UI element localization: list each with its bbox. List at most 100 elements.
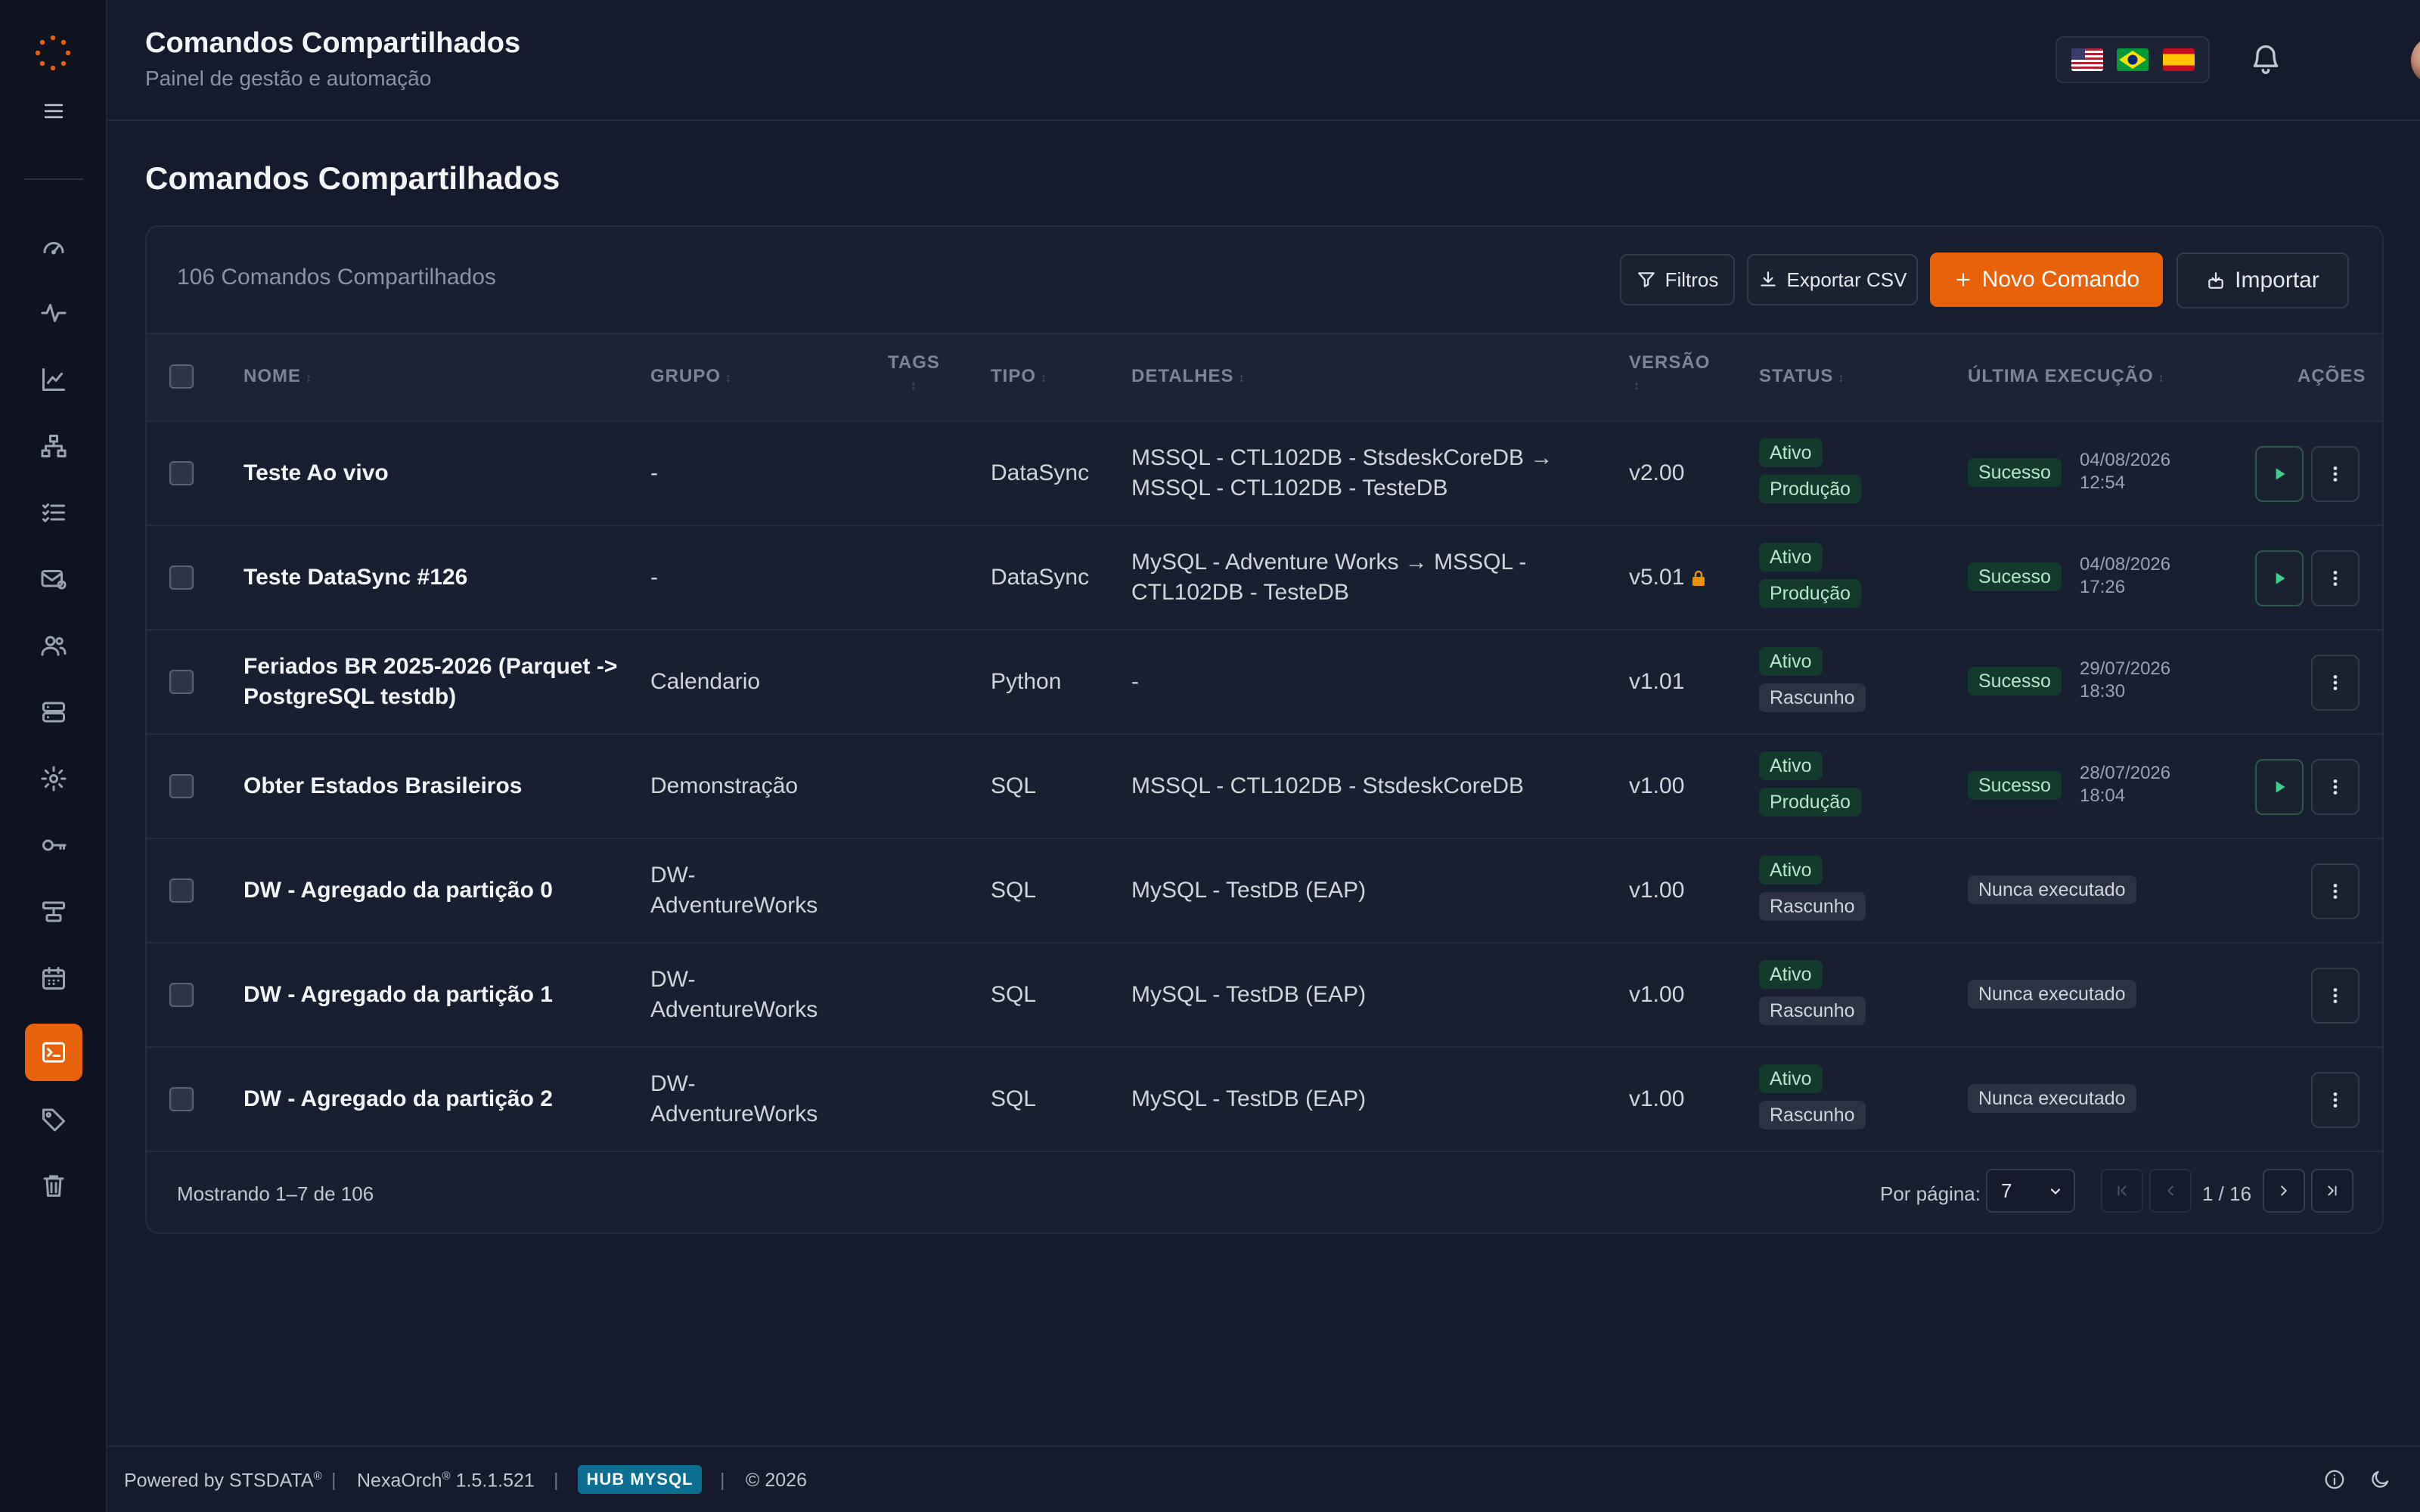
sidebar-item-users[interactable] — [25, 617, 82, 674]
import-button[interactable]: Importar — [2176, 253, 2349, 308]
run-command-button[interactable] — [2255, 550, 2304, 606]
spain-flag-icon[interactable] — [2162, 48, 2195, 71]
sidebar-item-settings[interactable] — [25, 750, 82, 807]
page-indicator: 1 / 16 — [2202, 1182, 2252, 1205]
row-checkbox[interactable] — [169, 461, 194, 485]
column-header-status[interactable]: STATUS ↕ — [1759, 366, 1844, 387]
select-all-checkbox[interactable] — [169, 364, 194, 389]
more-actions-button[interactable] — [2311, 968, 2360, 1024]
command-type: DataSync — [991, 460, 1090, 485]
column-header-name[interactable]: NOME ↕ — [244, 366, 312, 387]
sidebar-item-dashboard[interactable] — [25, 218, 82, 275]
export-csv-button[interactable]: Exportar CSV — [1747, 254, 1918, 305]
sidebar-item-shared-commands[interactable] — [25, 1024, 82, 1081]
last-page-button[interactable] — [2311, 1169, 2353, 1213]
footer-separator: | — [720, 1470, 725, 1491]
table-row[interactable]: Teste DataSync #126 - DataSync MySQL - Adve… — [147, 526, 2382, 631]
table-row[interactable]: DW - Agregado da partição 1 DW- AdventureW… — [147, 943, 2382, 1048]
more-actions-button[interactable] — [2311, 863, 2360, 919]
sitemap-icon — [41, 435, 67, 457]
execution-datetime: 28/07/2026 18:04 — [2080, 763, 2171, 806]
info-icon[interactable] — [2323, 1468, 2346, 1491]
column-header-tags[interactable]: TAGS ↕ — [888, 352, 940, 395]
run-command-button[interactable] — [2255, 759, 2304, 815]
command-name[interactable]: DW - Agregado da partição 1 — [244, 980, 553, 1010]
chevron-left-icon — [2167, 1185, 2173, 1196]
command-name[interactable]: Obter Estados Brasileiros — [244, 771, 522, 801]
moon-icon[interactable] — [2369, 1468, 2391, 1491]
header-title: Comandos Compartilhados — [145, 27, 521, 59]
command-type: SQL — [991, 1086, 1037, 1111]
sidebar-item-tasks[interactable] — [25, 484, 82, 541]
avatar[interactable] — [2411, 36, 2420, 85]
more-actions-button[interactable] — [2311, 759, 2360, 815]
command-name[interactable]: Feriados BR 2025-2026 (Parquet -> Postgre… — [244, 652, 617, 712]
kebab-menu-icon — [2333, 466, 2338, 482]
commands-count: 106 Comandos Compartilhados — [177, 265, 496, 290]
row-checkbox[interactable] — [169, 670, 194, 694]
filters-button[interactable]: Filtros — [1620, 254, 1735, 305]
column-header-version[interactable]: VERSÃO ↕ — [1629, 352, 1710, 395]
more-actions-button[interactable] — [2311, 655, 2360, 711]
sidebar-item-calendar[interactable] — [25, 950, 82, 1007]
row-checkbox[interactable] — [169, 983, 194, 1007]
status-badge: Ativo — [1759, 751, 1823, 780]
command-type: SQL — [991, 773, 1037, 798]
environment-badge: Rascunho — [1759, 892, 1866, 921]
table-row[interactable]: DW - Agregado da partição 0 DW- AdventureW… — [147, 839, 2382, 943]
table-row[interactable]: Teste Ao vivo - DataSync MSSQL - CTL102DB -… — [147, 422, 2382, 526]
command-details: MSSQL - CTL102DB - StsdeskCoreDB — [1131, 773, 1525, 798]
us-flag-icon[interactable] — [2071, 48, 2103, 71]
sidebar-item-hierarchy[interactable] — [25, 417, 82, 475]
command-name[interactable]: DW - Agregado da partição 0 — [244, 875, 553, 906]
sidebar-item-trash[interactable] — [25, 1157, 82, 1214]
table-row[interactable]: Obter Estados Brasileiros Demonstração SQL… — [147, 735, 2382, 839]
sidebar-item-activity[interactable] — [25, 284, 82, 342]
app-logo-icon[interactable] — [35, 35, 71, 71]
command-name[interactable]: Teste DataSync #126 — [244, 562, 467, 593]
menu-toggle-icon[interactable] — [44, 103, 64, 119]
filter-icon — [1637, 272, 1655, 287]
column-header-type[interactable]: TIPO ↕ — [991, 366, 1047, 387]
chevron-right-icon — [2281, 1185, 2287, 1196]
first-page-button[interactable] — [2101, 1169, 2143, 1213]
row-checkbox[interactable] — [169, 878, 194, 903]
previous-page-button[interactable] — [2149, 1169, 2192, 1213]
execution-status-badge: Sucesso — [1968, 667, 2062, 696]
new-command-button[interactable]: Novo Comando — [1930, 253, 2163, 307]
per-page-select[interactable]: 7 — [1986, 1169, 2075, 1213]
brazil-flag-icon[interactable] — [2117, 48, 2149, 71]
command-version: v1.00 — [1629, 982, 1685, 1007]
terminal-icon — [42, 1042, 65, 1063]
commands-table-card: 106 Comandos Compartilhados Filtros Expo… — [145, 225, 2384, 1234]
column-header-group[interactable]: GRUPO ↕ — [650, 366, 732, 387]
column-header-last-execution[interactable]: ÚLTIMA EXECUÇÃO ↕ — [1968, 366, 2165, 387]
more-actions-button[interactable] — [2311, 550, 2360, 606]
sidebar-item-integrations[interactable] — [25, 883, 82, 940]
more-actions-button[interactable] — [2311, 446, 2360, 502]
sidebar-item-keys[interactable] — [25, 816, 82, 874]
command-name[interactable]: Teste Ao vivo — [244, 458, 389, 488]
row-checkbox[interactable] — [169, 1087, 194, 1111]
row-checkbox[interactable] — [169, 774, 194, 798]
environment-badge: Rascunho — [1759, 1101, 1866, 1129]
next-page-button[interactable] — [2263, 1169, 2305, 1213]
column-header-details[interactable]: DETALHES ↕ — [1131, 366, 1246, 387]
run-command-button[interactable] — [2255, 446, 2304, 502]
export-csv-label: Exportar CSV — [1786, 268, 1907, 291]
row-checkbox[interactable] — [169, 565, 194, 590]
bell-icon[interactable] — [2249, 42, 2282, 76]
sidebar-item-notifications[interactable] — [25, 550, 82, 608]
command-name[interactable]: DW - Agregado da partição 2 — [244, 1084, 553, 1114]
command-details: MSSQL - CTL102DB - StsdeskCoreDB → MSSQL … — [1131, 445, 1553, 500]
table-row[interactable]: DW - Agregado da partição 2 DW- AdventureW… — [147, 1048, 2382, 1152]
more-actions-button[interactable] — [2311, 1072, 2360, 1128]
import-label: Importar — [2235, 268, 2319, 293]
command-version: v2.00 — [1629, 460, 1685, 485]
sidebar-item-analytics[interactable] — [25, 351, 82, 408]
sidebar — [0, 0, 107, 1512]
sidebar-item-servers[interactable] — [25, 683, 82, 741]
table-row[interactable]: Feriados BR 2025-2026 (Parquet -> Postgre… — [147, 631, 2382, 735]
sidebar-item-tags[interactable] — [25, 1090, 82, 1148]
chevron-down-icon — [2050, 1188, 2061, 1195]
